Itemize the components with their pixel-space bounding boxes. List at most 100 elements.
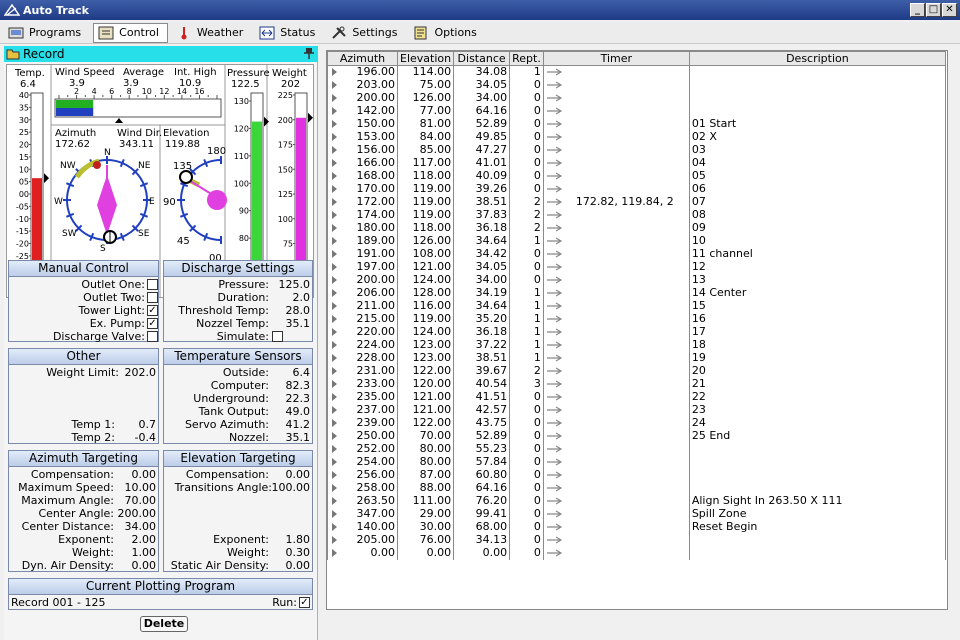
cell-distance[interactable]: 34.64 (453, 299, 511, 313)
row-selector-icon[interactable] (332, 406, 337, 414)
cell-rept[interactable]: 0 (509, 260, 544, 274)
timer-arrow-icon[interactable] (546, 549, 564, 557)
cell-azimuth[interactable]: 166.00 (327, 156, 398, 170)
cell-azimuth[interactable]: 191.00 (327, 247, 398, 261)
cell-rept[interactable]: 1 (509, 312, 544, 326)
cell-description[interactable]: 01 Start (688, 117, 947, 131)
cell-rept[interactable]: 2 (509, 221, 544, 235)
cell-rept[interactable]: 0 (509, 91, 544, 105)
cell-timer[interactable] (542, 403, 690, 417)
cell-timer[interactable] (542, 481, 690, 495)
outlet-one-checkbox[interactable] (147, 279, 158, 290)
cell-description[interactable]: 04 (688, 156, 947, 170)
cell-description[interactable]: 10 (688, 234, 947, 248)
pin-icon[interactable] (304, 47, 314, 59)
cell-rept[interactable]: 0 (509, 156, 544, 170)
cell-elevation[interactable]: 124.00 (396, 273, 455, 287)
cell-description[interactable]: Reset Begin (688, 520, 947, 534)
row-selector-icon[interactable] (332, 237, 337, 245)
table-row[interactable]: 254.00 80.00 57.84 0 (327, 455, 947, 469)
cell-rept[interactable]: 0 (509, 455, 544, 469)
cell-rept[interactable]: 0 (509, 143, 544, 157)
cell-description[interactable] (688, 468, 947, 482)
cell-azimuth[interactable]: 174.00 (327, 208, 398, 222)
cell-timer[interactable] (542, 91, 690, 105)
az-target-value[interactable]: 10.00 (125, 481, 157, 494)
cell-rept[interactable]: 0 (509, 247, 544, 261)
row-selector-icon[interactable] (332, 380, 337, 388)
cell-timer[interactable] (542, 455, 690, 469)
cell-distance[interactable]: 41.51 (453, 390, 511, 404)
cell-rept[interactable]: 0 (509, 416, 544, 430)
cell-elevation[interactable]: 119.00 (396, 208, 455, 222)
row-selector-icon[interactable] (332, 172, 337, 180)
cell-distance[interactable]: 68.00 (453, 520, 511, 534)
table-row[interactable]: 196.00 114.00 34.08 1 (327, 65, 947, 79)
az-target-value[interactable]: 2.00 (132, 533, 157, 546)
cell-description[interactable]: Spill Zone (688, 507, 947, 521)
cell-azimuth[interactable]: 142.00 (327, 104, 398, 118)
cell-timer[interactable] (542, 377, 690, 391)
cell-azimuth[interactable]: 215.00 (327, 312, 398, 326)
cell-distance[interactable]: 38.51 (453, 351, 511, 365)
row-selector-icon[interactable] (332, 81, 337, 89)
row-selector-icon[interactable] (332, 263, 337, 271)
table-row[interactable]: 203.00 75.00 34.05 0 (327, 78, 947, 92)
cell-rept[interactable]: 0 (509, 390, 544, 404)
cell-timer[interactable] (542, 338, 690, 352)
cell-rept[interactable]: 1 (509, 234, 544, 248)
cell-timer[interactable] (542, 299, 690, 313)
cell-azimuth[interactable]: 196.00 (327, 65, 398, 79)
cell-elevation[interactable]: 124.00 (396, 325, 455, 339)
cell-elevation[interactable]: 80.00 (396, 455, 455, 469)
cell-distance[interactable]: 34.64 (453, 234, 511, 248)
row-selector-icon[interactable] (332, 198, 337, 206)
table-row[interactable]: 263.50 111.00 76.20 0 Align Sight In 263.50 … (327, 494, 947, 508)
table-row[interactable]: 189.00 126.00 34.64 1 10 (327, 234, 947, 248)
cell-rept[interactable]: 1 (509, 338, 544, 352)
row-selector-icon[interactable] (332, 471, 337, 479)
cell-distance[interactable]: 47.27 (453, 143, 511, 157)
menu-programs[interactable]: Programs (4, 23, 89, 43)
cell-rept[interactable]: 2 (509, 364, 544, 378)
row-selector-icon[interactable] (332, 393, 337, 401)
cell-timer[interactable] (542, 247, 690, 261)
col-distance[interactable]: Distance (453, 51, 511, 66)
timer-arrow-icon[interactable] (546, 328, 564, 336)
timer-arrow-icon[interactable] (546, 237, 564, 245)
timer-arrow-icon[interactable] (546, 146, 564, 154)
row-selector-icon[interactable] (332, 224, 337, 232)
cell-timer[interactable] (542, 208, 690, 222)
timer-arrow-icon[interactable] (546, 458, 564, 466)
static-air-density-value[interactable]: 0.00 (286, 559, 311, 572)
cell-elevation[interactable]: 121.00 (396, 403, 455, 417)
cell-azimuth[interactable]: 237.00 (327, 403, 398, 417)
table-row[interactable]: 228.00 123.00 38.51 1 19 (327, 351, 947, 365)
cell-rept[interactable]: 0 (509, 273, 544, 287)
cell-description[interactable] (688, 546, 947, 560)
cell-azimuth[interactable]: 153.00 (327, 130, 398, 144)
cell-elevation[interactable]: 128.00 (396, 286, 455, 300)
cell-distance[interactable]: 64.16 (453, 481, 511, 495)
cell-description[interactable]: 07 (688, 195, 947, 209)
cell-timer[interactable] (542, 312, 690, 326)
cell-distance[interactable]: 37.22 (453, 338, 511, 352)
cell-elevation[interactable]: 118.00 (396, 169, 455, 183)
table-row[interactable]: 200.00 124.00 34.00 0 13 (327, 273, 947, 287)
row-selector-icon[interactable] (332, 159, 337, 167)
elev-compensation-value[interactable]: 0.00 (286, 468, 311, 481)
col-azimuth[interactable]: Azimuth (327, 51, 398, 66)
cell-description[interactable] (688, 481, 947, 495)
cell-elevation[interactable]: 117.00 (396, 156, 455, 170)
table-row[interactable]: 156.00 85.00 47.27 0 03 (327, 143, 947, 157)
cell-distance[interactable]: 35.20 (453, 312, 511, 326)
cell-description[interactable]: 25 End (688, 429, 947, 443)
cell-rept[interactable]: 2 (509, 195, 544, 209)
cell-distance[interactable]: 49.85 (453, 130, 511, 144)
row-selector-icon[interactable] (332, 133, 337, 141)
cell-timer[interactable] (542, 104, 690, 118)
row-selector-icon[interactable] (332, 328, 337, 336)
cell-azimuth[interactable]: 233.00 (327, 377, 398, 391)
cell-azimuth[interactable]: 252.00 (327, 442, 398, 456)
row-selector-icon[interactable] (332, 302, 337, 310)
